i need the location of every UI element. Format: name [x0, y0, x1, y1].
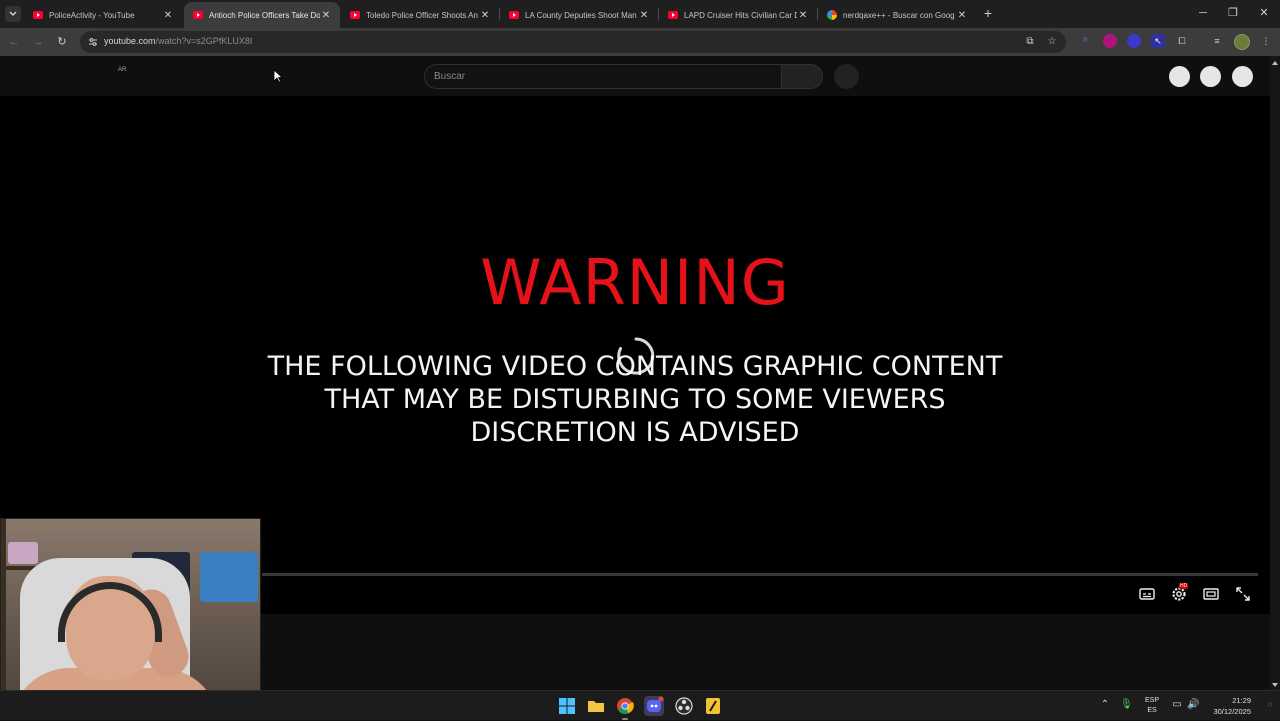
browser-tab-strip: PoliceActivity - YouTube ✕ Antioch Polic… [0, 0, 1280, 28]
hd-badge: HD [1179, 583, 1189, 589]
network-icon[interactable]: ▭ [1171, 699, 1183, 711]
country-code: AR [118, 67, 127, 73]
close-icon[interactable]: ✕ [162, 10, 174, 21]
chevron-down-icon [9, 11, 17, 16]
scroll-down-arrow-icon[interactable] [1272, 683, 1278, 687]
tab-title: Toledo Police Officer Shoots An [366, 10, 478, 20]
youtube-icon [33, 11, 43, 19]
loading-spinner-icon [617, 337, 655, 375]
fullscreen-icon[interactable] [1234, 585, 1252, 603]
minimize-icon[interactable]: ─ [1196, 5, 1210, 21]
search-box[interactable] [424, 64, 781, 89]
chrome-menu-icon[interactable]: ⋮ [1259, 34, 1273, 48]
microphone-icon[interactable]: 🎙 [1120, 699, 1133, 711]
tab-title: PoliceActivity - YouTube [49, 10, 135, 20]
extension-audio-icon[interactable]: ⁾⁾ [1078, 34, 1092, 48]
scroll-up-arrow-icon[interactable] [1272, 61, 1278, 65]
extension-vpn-shield-icon[interactable] [1127, 34, 1141, 48]
tab-search-button[interactable] [5, 6, 21, 22]
clock-time: 21:29 [1232, 696, 1251, 705]
account-avatar[interactable] [1232, 66, 1253, 87]
tab-toledo-police[interactable]: Toledo Police Officer Shoots An ✕ [341, 2, 499, 28]
media-controls-icon[interactable]: ≡ [1210, 34, 1224, 48]
tab-title: LAPD Cruiser Hits Civilian Car D [684, 10, 797, 20]
window-close-icon[interactable]: ✕ [1257, 5, 1271, 21]
input-language[interactable]: ESP ES [1143, 696, 1161, 716]
obs-studio-icon[interactable] [674, 696, 694, 716]
google-icon [827, 10, 837, 20]
install-app-icon[interactable]: ⧉ [1024, 36, 1036, 48]
tab-title: LA County Deputies Shoot Man [525, 10, 637, 20]
tab-la-county[interactable]: LA County Deputies Shoot Man ✕ [500, 2, 658, 28]
address-bar[interactable]: youtube.com/watch?v=s2GPfKLUX8I ⧉ ☆ [80, 31, 1066, 53]
voice-search-button[interactable] [834, 64, 859, 89]
volume-icon[interactable]: 🔊 [1187, 699, 1199, 711]
extensions-puzzle-icon[interactable]: ⧠ [1175, 34, 1189, 48]
mouse-cursor-icon [273, 69, 283, 83]
site-info-icon[interactable] [88, 37, 98, 47]
youtube-icon [350, 11, 360, 19]
search-button[interactable] [781, 64, 823, 89]
tab-google-search[interactable]: nerdqaxe++ - Buscar con Goog ✕ [818, 2, 976, 28]
discord-icon [647, 696, 664, 712]
new-tab-button[interactable]: + [981, 5, 995, 21]
tab-title: nerdqaxe++ - Buscar con Goog [843, 10, 955, 20]
extension-shield-pink-icon[interactable] [1103, 34, 1117, 48]
input-language-code: ESP [1144, 697, 1159, 704]
url-host: youtube.com [104, 36, 156, 46]
close-icon[interactable]: ✕ [320, 10, 332, 21]
tab-title: Antioch Police Officers Take Do [209, 10, 320, 20]
input-layout-code: ES [1147, 707, 1157, 714]
file-explorer-icon[interactable] [586, 696, 606, 716]
restore-icon[interactable]: ❐ [1226, 5, 1240, 21]
progress-bar[interactable] [262, 573, 1258, 576]
browser-toolbar: ← → ↻ youtube.com/watch?v=s2GPfKLUX8I ⧉ … [0, 28, 1280, 56]
forward-icon[interactable]: → [30, 34, 46, 50]
youtube-icon [509, 11, 519, 19]
pinned-app-icon[interactable] [703, 696, 723, 716]
bookmark-star-icon[interactable]: ☆ [1046, 36, 1058, 48]
youtube-masthead: AR [0, 56, 1270, 96]
tab-lapd-cruiser[interactable]: LAPD Cruiser Hits Civilian Car D ✕ [659, 2, 817, 28]
extension-cursor-icon[interactable]: ↖ [1151, 34, 1165, 48]
url-text[interactable]: youtube.com/watch?v=s2GPfKLUX8I [104, 36, 252, 46]
tab-policeactivity[interactable]: PoliceActivity - YouTube ✕ [24, 2, 182, 28]
tray-overflow-chevron-icon[interactable]: ⌃ [1099, 699, 1111, 711]
close-icon[interactable]: ✕ [638, 10, 650, 21]
windows-start-icon[interactable] [557, 696, 577, 716]
profile-avatar[interactable] [1234, 34, 1250, 50]
system-clock[interactable]: 21:29 30/12/2025 [1205, 695, 1251, 717]
close-icon[interactable]: ✕ [797, 10, 809, 21]
url-path: /watch?v=s2GPfKLUX8I [155, 36, 253, 46]
reload-icon[interactable]: ↻ [54, 34, 70, 50]
youtube-icon [668, 11, 678, 19]
chrome-taskbar-button[interactable] [615, 696, 635, 720]
back-icon[interactable]: ← [6, 34, 22, 50]
close-icon[interactable]: ✕ [479, 10, 491, 21]
subtitles-icon[interactable] [1138, 585, 1156, 603]
notifications-button[interactable] [1200, 66, 1221, 87]
tab-antioch-police[interactable]: Antioch Police Officers Take Do ✕ [184, 2, 340, 28]
warning-line: DISCRETION IS ADVISED [470, 417, 800, 448]
theater-mode-icon[interactable] [1202, 585, 1220, 603]
chrome-icon [617, 698, 634, 714]
create-button[interactable] [1169, 66, 1190, 87]
page-scrollbar[interactable] [1270, 56, 1280, 690]
warning-title: WARNING [480, 246, 790, 319]
warning-line: THAT MAY BE DISTURBING TO SOME VIEWERS [324, 384, 946, 415]
discord-taskbar-button[interactable] [644, 696, 664, 716]
notification-bell-icon[interactable]: ◌ [1264, 699, 1276, 711]
settings-button[interactable]: HD [1170, 583, 1189, 603]
youtube-icon [193, 11, 203, 19]
clock-date: 30/12/2025 [1213, 707, 1251, 716]
close-icon[interactable]: ✕ [956, 10, 968, 21]
search-input[interactable] [434, 71, 764, 82]
windows-taskbar: ⌃ 🎙 ESP ES ▭ 🔊 21:29 30/12/2025 ◌ [0, 690, 1280, 720]
